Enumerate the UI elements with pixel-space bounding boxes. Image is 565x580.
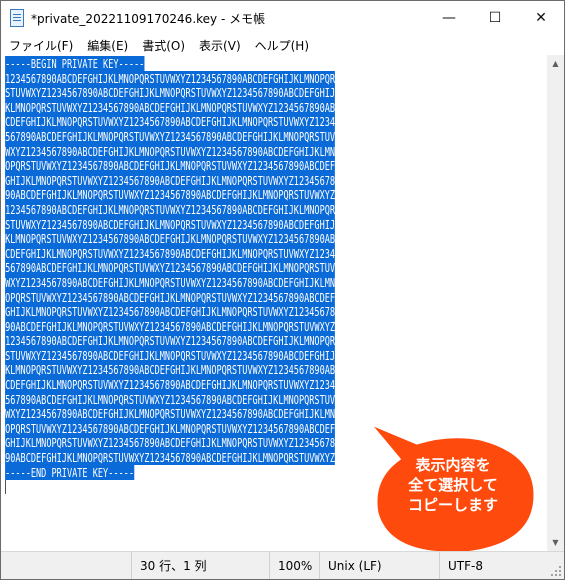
- status-zoom: 100%: [269, 552, 319, 579]
- editor-line[interactable]: GHIJKLMNOPQRSTUVWXYZ1234567890ABCDEFGHIJ…: [5, 304, 372, 320]
- editor-line[interactable]: 1234567890ABCDEFGHIJKLMNOPQRSTUVWXYZ1234…: [5, 333, 372, 349]
- callout-line: 全て選択して: [408, 476, 498, 494]
- selected-text[interactable]: 1234567890ABCDEFGHIJKLMNOPQRSTUVWXYZ1234…: [5, 70, 335, 86]
- selected-text[interactable]: STUVWXYZ1234567890ABCDEFGHIJKLMNOPQRSTUV…: [5, 347, 335, 363]
- callout-line: コピーします: [407, 496, 498, 514]
- selected-text[interactable]: 1234567890ABCDEFGHIJKLMNOPQRSTUVWXYZ1234…: [5, 333, 335, 349]
- selected-text[interactable]: 567890ABCDEFGHIJKLMNOPQRSTUVWXYZ12345678…: [5, 260, 335, 276]
- editor-line[interactable]: KLMNOPQRSTUVWXYZ1234567890ABCDEFGHIJKLMN…: [5, 99, 372, 116]
- selected-text[interactable]: 90ABCDEFGHIJKLMNOPQRSTUVWXYZ1234567890AB…: [5, 318, 335, 334]
- selected-text[interactable]: WXYZ1234567890ABCDEFGHIJKLMNOPQRSTUVWXYZ…: [5, 143, 335, 159]
- menu-format[interactable]: 書式(O): [136, 37, 191, 54]
- status-line-ending: Unix (LF): [319, 552, 439, 579]
- editor-line[interactable]: -----END PRIVATE KEY-----: [5, 464, 372, 481]
- minimize-icon: —: [442, 10, 456, 26]
- status-bar: 30 行、1 列 100% Unix (LF) UTF-8: [1, 551, 564, 579]
- selected-text[interactable]: 567890ABCDEFGHIJKLMNOPQRSTUVWXYZ12345678…: [5, 391, 335, 407]
- scroll-down-icon[interactable]: ▼: [547, 534, 564, 551]
- editor-line[interactable]: 90ABCDEFGHIJKLMNOPQRSTUVWXYZ1234567890AB…: [5, 450, 372, 466]
- selected-text[interactable]: CDEFGHIJKLMNOPQRSTUVWXYZ1234567890ABCDEF…: [5, 245, 335, 261]
- selected-text[interactable]: KLMNOPQRSTUVWXYZ1234567890ABCDEFGHIJKLMN…: [5, 99, 335, 115]
- editor-line[interactable]: CDEFGHIJKLMNOPQRSTUVWXYZ1234567890ABCDEF…: [5, 114, 372, 130]
- selected-text[interactable]: KLMNOPQRSTUVWXYZ1234567890ABCDEFGHIJKLMN…: [5, 362, 335, 378]
- selected-text[interactable]: STUVWXYZ1234567890ABCDEFGHIJKLMNOPQRSTUV…: [5, 216, 335, 232]
- editor-line[interactable]: KLMNOPQRSTUVWXYZ1234567890ABCDEFGHIJKLMN…: [5, 362, 372, 378]
- notepad-app-icon: [9, 9, 25, 27]
- selected-text[interactable]: GHIJKLMNOPQRSTUVWXYZ1234567890ABCDEFGHIJ…: [5, 172, 335, 188]
- editor-line[interactable]: WXYZ1234567890ABCDEFGHIJKLMNOPQRSTUVWXYZ…: [5, 274, 372, 291]
- selected-text[interactable]: -----BEGIN PRIVATE KEY-----: [5, 56, 144, 71]
- vertical-scrollbar[interactable]: ▲ ▼: [547, 55, 564, 551]
- menu-view[interactable]: 表示(V): [193, 37, 247, 54]
- scroll-up-icon[interactable]: ▲: [547, 55, 564, 72]
- editor-line[interactable]: 1234567890ABCDEFGHIJKLMNOPQRSTUVWXYZ1234…: [5, 201, 372, 218]
- maximize-button[interactable]: ☐: [472, 1, 518, 35]
- selected-text[interactable]: 1234567890ABCDEFGHIJKLMNOPQRSTUVWXYZ1234…: [5, 201, 335, 217]
- menu-edit[interactable]: 編集(E): [81, 37, 134, 54]
- window-title: *private_20221109170246.key - メモ帳: [31, 11, 266, 26]
- selected-text[interactable]: CDEFGHIJKLMNOPQRSTUVWXYZ1234567890ABCDEF…: [5, 114, 335, 130]
- menu-file[interactable]: ファイル(F): [3, 37, 79, 54]
- callout-bubble: 表示内容を 全て選択して コピーします: [369, 421, 539, 557]
- selected-text[interactable]: GHIJKLMNOPQRSTUVWXYZ1234567890ABCDEFGHIJ…: [5, 304, 335, 320]
- caret-line[interactable]: [5, 480, 372, 496]
- editor-line[interactable]: GHIJKLMNOPQRSTUVWXYZ1234567890ABCDEFGHIJ…: [5, 172, 372, 189]
- selected-text[interactable]: WXYZ1234567890ABCDEFGHIJKLMNOPQRSTUVWXYZ…: [5, 274, 335, 290]
- selected-text[interactable]: STUVWXYZ1234567890ABCDEFGHIJKLMNOPQRSTUV…: [5, 85, 335, 101]
- status-position: 30 行、1 列: [131, 552, 269, 579]
- selected-text[interactable]: 90ABCDEFGHIJKLMNOPQRSTUVWXYZ1234567890AB…: [5, 450, 335, 466]
- editor-line[interactable]: -----BEGIN PRIVATE KEY-----: [5, 56, 372, 72]
- editor-line[interactable]: STUVWXYZ1234567890ABCDEFGHIJKLMNOPQRSTUV…: [5, 85, 372, 101]
- notepad-window: *private_20221109170246.key - メモ帳 — ☐ ✕ …: [0, 0, 565, 580]
- editor-line[interactable]: WXYZ1234567890ABCDEFGHIJKLMNOPQRSTUVWXYZ…: [5, 406, 372, 422]
- editor-line[interactable]: CDEFGHIJKLMNOPQRSTUVWXYZ1234567890ABCDEF…: [5, 245, 372, 262]
- editor-line[interactable]: 90ABCDEFGHIJKLMNOPQRSTUVWXYZ1234567890AB…: [5, 318, 372, 335]
- editor-line[interactable]: 567890ABCDEFGHIJKLMNOPQRSTUVWXYZ12345678…: [5, 128, 372, 145]
- selected-text[interactable]: -----END PRIVATE KEY-----: [5, 464, 134, 480]
- status-encoding: UTF-8: [439, 552, 564, 579]
- selected-text[interactable]: 567890ABCDEFGHIJKLMNOPQRSTUVWXYZ12345678…: [5, 128, 335, 144]
- selected-text[interactable]: OPQRSTUVWXYZ1234567890ABCDEFGHIJKLMNOPQR…: [5, 158, 335, 174]
- maximize-icon: ☐: [488, 10, 502, 26]
- close-button[interactable]: ✕: [518, 1, 564, 35]
- callout-line: 表示内容を: [415, 456, 491, 474]
- editor-line[interactable]: OPQRSTUVWXYZ1234567890ABCDEFGHIJKLMNOPQR…: [5, 420, 372, 437]
- editor-line[interactable]: 1234567890ABCDEFGHIJKLMNOPQRSTUVWXYZ1234…: [5, 70, 372, 87]
- selected-text[interactable]: KLMNOPQRSTUVWXYZ1234567890ABCDEFGHIJKLMN…: [5, 231, 335, 247]
- selected-text[interactable]: 90ABCDEFGHIJKLMNOPQRSTUVWXYZ1234567890AB…: [5, 187, 335, 203]
- menu-help[interactable]: ヘルプ(H): [249, 37, 315, 54]
- menu-bar: ファイル(F) 編集(E) 書式(O) 表示(V) ヘルプ(H): [1, 35, 564, 55]
- text-caret: [5, 480, 6, 495]
- selected-text[interactable]: WXYZ1234567890ABCDEFGHIJKLMNOPQRSTUVWXYZ…: [5, 406, 335, 422]
- minimize-button[interactable]: —: [426, 1, 472, 35]
- selected-text[interactable]: OPQRSTUVWXYZ1234567890ABCDEFGHIJKLMNOPQR…: [5, 289, 335, 305]
- editor-line[interactable]: 567890ABCDEFGHIJKLMNOPQRSTUVWXYZ12345678…: [5, 391, 372, 408]
- editor-line[interactable]: KLMNOPQRSTUVWXYZ1234567890ABCDEFGHIJKLMN…: [5, 231, 372, 247]
- close-icon: ✕: [535, 10, 547, 26]
- editor-line[interactable]: CDEFGHIJKLMNOPQRSTUVWXYZ1234567890ABCDEF…: [5, 377, 372, 393]
- editor-line[interactable]: 90ABCDEFGHIJKLMNOPQRSTUVWXYZ1234567890AB…: [5, 187, 372, 203]
- editor-line[interactable]: STUVWXYZ1234567890ABCDEFGHIJKLMNOPQRSTUV…: [5, 347, 372, 364]
- editor-content[interactable]: -----BEGIN PRIVATE KEY----- 1234567890ABC…: [1, 55, 372, 496]
- selected-text[interactable]: CDEFGHIJKLMNOPQRSTUVWXYZ1234567890ABCDEF…: [5, 377, 335, 393]
- editor-line[interactable]: STUVWXYZ1234567890ABCDEFGHIJKLMNOPQRSTUV…: [5, 216, 372, 233]
- resize-grip-icon[interactable]: [550, 565, 562, 577]
- title-bar[interactable]: *private_20221109170246.key - メモ帳 — ☐ ✕: [1, 1, 564, 35]
- editor-line[interactable]: 567890ABCDEFGHIJKLMNOPQRSTUVWXYZ12345678…: [5, 260, 372, 276]
- editor-line[interactable]: OPQRSTUVWXYZ1234567890ABCDEFGHIJKLMNOPQR…: [5, 289, 372, 306]
- callout-text: 表示内容を 全て選択して コピーします: [383, 455, 523, 515]
- editor-line[interactable]: WXYZ1234567890ABCDEFGHIJKLMNOPQRSTUVWXYZ…: [5, 143, 372, 160]
- editor-line[interactable]: GHIJKLMNOPQRSTUVWXYZ1234567890ABCDEFGHIJ…: [5, 435, 372, 451]
- editor-line[interactable]: OPQRSTUVWXYZ1234567890ABCDEFGHIJKLMNOPQR…: [5, 158, 372, 174]
- selected-text[interactable]: OPQRSTUVWXYZ1234567890ABCDEFGHIJKLMNOPQR…: [5, 420, 335, 436]
- selected-text[interactable]: GHIJKLMNOPQRSTUVWXYZ1234567890ABCDEFGHIJ…: [5, 435, 335, 451]
